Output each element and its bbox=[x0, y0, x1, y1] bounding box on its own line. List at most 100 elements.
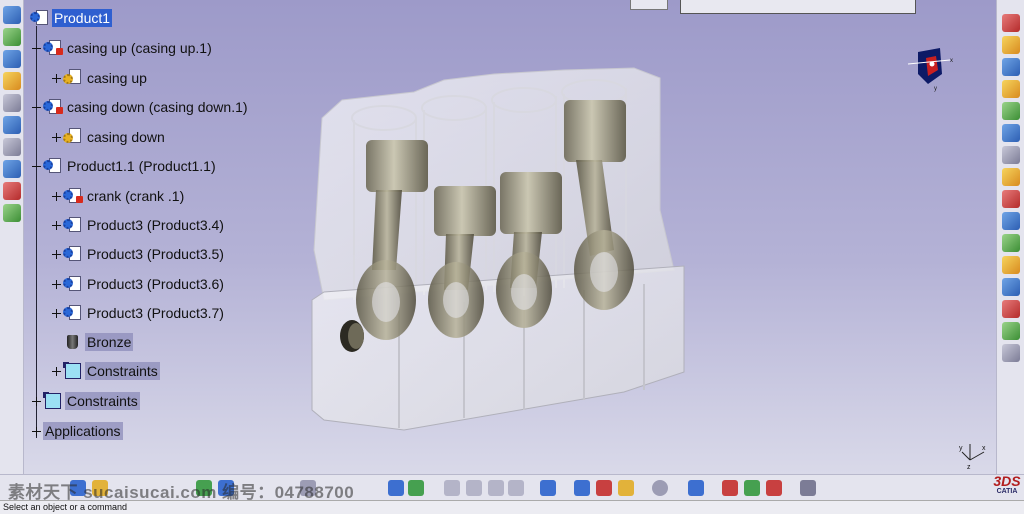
tree-item-label[interactable]: Product1.1 (Product1.1) bbox=[65, 157, 218, 175]
expand-icon[interactable] bbox=[52, 191, 61, 201]
tree-item-casing-up-instance[interactable]: casing up (casing up.1) bbox=[32, 38, 214, 58]
hide-show-icon[interactable] bbox=[2, 160, 21, 178]
new-product-icon[interactable] bbox=[1001, 58, 1020, 76]
tree-item-product3-6[interactable]: Product3 (Product3.6) bbox=[52, 274, 226, 294]
generate-numbering-icon[interactable] bbox=[1001, 168, 1020, 186]
catalog-icon[interactable] bbox=[596, 480, 612, 496]
expand-icon[interactable] bbox=[52, 220, 61, 230]
expand-icon[interactable] bbox=[32, 426, 41, 436]
expand-icon[interactable] bbox=[52, 279, 61, 289]
product-icon bbox=[43, 98, 63, 116]
tree-item-label[interactable]: Product3 (Product3.6) bbox=[85, 275, 226, 293]
tree-item-label[interactable]: Product3 (Product3.4) bbox=[85, 216, 226, 234]
pan-icon[interactable] bbox=[2, 50, 21, 68]
expand-icon[interactable] bbox=[52, 308, 61, 318]
tree-item-label[interactable]: casing down bbox=[85, 128, 167, 146]
offset-constraint-icon[interactable] bbox=[1001, 300, 1020, 318]
left-toolbar bbox=[0, 0, 24, 474]
select-icon[interactable] bbox=[2, 6, 21, 24]
tree-item-label[interactable]: casing up (casing up.1) bbox=[65, 39, 214, 57]
texture-icon[interactable] bbox=[744, 480, 760, 496]
tree-item-label[interactable]: casing down (casing down.1) bbox=[65, 98, 250, 116]
tree-item-label[interactable]: Constraints bbox=[65, 392, 140, 410]
swap-space-icon[interactable] bbox=[574, 480, 590, 496]
refresh-icon[interactable] bbox=[652, 480, 668, 496]
compass-widget[interactable]: x y bbox=[906, 44, 956, 94]
contact-constraint-icon[interactable] bbox=[1001, 278, 1020, 296]
expand-icon[interactable] bbox=[52, 132, 61, 142]
manipulation-icon[interactable] bbox=[1001, 190, 1020, 208]
expand-icon[interactable] bbox=[52, 73, 61, 83]
tree-item-label[interactable]: crank (crank .1) bbox=[85, 187, 186, 205]
normal-view-icon[interactable] bbox=[2, 116, 21, 134]
fit-all-in-icon[interactable] bbox=[388, 480, 404, 496]
part-body-icon[interactable] bbox=[618, 480, 634, 496]
tree-item-label[interactable]: Product3 (Product3.7) bbox=[85, 304, 226, 322]
expand-icon[interactable] bbox=[52, 366, 61, 376]
tree-item-label[interactable]: casing up bbox=[85, 69, 149, 87]
tree-root[interactable]: Product1 bbox=[30, 8, 113, 28]
expand-icon[interactable] bbox=[32, 396, 41, 406]
update-icon[interactable] bbox=[1001, 344, 1020, 362]
product-icon bbox=[43, 157, 63, 175]
floating-toolbar-small[interactable] bbox=[630, 0, 668, 10]
tree-item-product1-1[interactable]: Product1.1 (Product1.1) bbox=[32, 156, 218, 176]
view-mode-icon[interactable] bbox=[488, 480, 504, 496]
new-part-icon[interactable] bbox=[1001, 80, 1020, 98]
zoom-icon[interactable] bbox=[2, 94, 21, 112]
material-icon bbox=[63, 333, 83, 351]
tree-root-label[interactable]: Product1 bbox=[52, 9, 113, 27]
fix-constraint-icon[interactable] bbox=[1001, 322, 1020, 340]
collapse-icon[interactable] bbox=[32, 103, 41, 112]
existing-component-icon[interactable] bbox=[1001, 102, 1020, 120]
expand-icon[interactable] bbox=[52, 249, 61, 259]
floating-toolbar-top[interactable] bbox=[680, 0, 916, 14]
status-bar[interactable]: Select an object or a command bbox=[0, 500, 1024, 514]
compass-y-label: y bbox=[934, 86, 937, 92]
zoom-area-icon[interactable] bbox=[408, 480, 424, 496]
constraints-icon bbox=[43, 392, 63, 410]
graph-tree-icon[interactable] bbox=[1001, 146, 1020, 164]
collapse-icon[interactable] bbox=[32, 44, 41, 53]
replace-component-icon[interactable] bbox=[1001, 124, 1020, 142]
shading-icon[interactable] bbox=[508, 480, 524, 496]
tree-item-crank[interactable]: crank (crank .1) bbox=[52, 186, 186, 206]
tree-item-casing-down-instance[interactable]: casing down (casing down.1) bbox=[32, 97, 250, 117]
product-icon bbox=[63, 187, 83, 205]
coincidence-constraint-icon[interactable] bbox=[1001, 256, 1020, 274]
hide-icon[interactable] bbox=[540, 480, 556, 496]
tree-item-label[interactable]: Constraints bbox=[85, 362, 160, 380]
product-icon bbox=[43, 39, 63, 57]
rotate-icon[interactable] bbox=[2, 72, 21, 90]
tree-item-label[interactable]: Bronze bbox=[85, 333, 134, 351]
collapse-icon[interactable] bbox=[32, 162, 41, 171]
tree-item-product3-5[interactable]: Product3 (Product3.5) bbox=[52, 244, 226, 264]
tree-item-applications[interactable]: Applications bbox=[32, 421, 123, 441]
tree-item-constraints-inner[interactable]: Constraints bbox=[52, 361, 160, 381]
measure-icon[interactable] bbox=[2, 138, 21, 156]
fit-all-icon[interactable] bbox=[2, 28, 21, 46]
render-icon[interactable] bbox=[2, 204, 21, 222]
grid-icon[interactable] bbox=[800, 480, 816, 496]
compass-x-label: x bbox=[950, 58, 953, 64]
tree-item-casing-down-part[interactable]: casing down bbox=[52, 127, 167, 147]
tree-item-label[interactable]: Product3 (Product3.5) bbox=[85, 245, 226, 263]
tools-icon[interactable] bbox=[688, 480, 704, 496]
tree-item-product3-4[interactable]: Product3 (Product3.4) bbox=[52, 215, 226, 235]
cursor-icon[interactable] bbox=[1001, 14, 1020, 32]
multi-view-icon[interactable] bbox=[444, 480, 460, 496]
tree-item-casing-up-part[interactable]: casing up bbox=[52, 68, 149, 88]
explode-icon[interactable] bbox=[1001, 234, 1020, 252]
tree-item-product3-7[interactable]: Product3 (Product3.7) bbox=[52, 303, 226, 323]
new-component-icon[interactable] bbox=[1001, 36, 1020, 54]
snap-icon[interactable] bbox=[1001, 212, 1020, 230]
material-apply-icon[interactable] bbox=[722, 480, 738, 496]
tree-item-constraints[interactable]: Constraints bbox=[32, 391, 140, 411]
section-icon[interactable] bbox=[2, 182, 21, 200]
tree-item-bronze[interactable]: Bronze bbox=[63, 332, 134, 352]
status-message: Select an object or a command bbox=[3, 502, 128, 512]
tree-item-label[interactable]: Applications bbox=[43, 422, 123, 440]
axis-z-label: z bbox=[967, 464, 971, 470]
environment-icon[interactable] bbox=[766, 480, 782, 496]
iso-view-icon[interactable] bbox=[466, 480, 482, 496]
